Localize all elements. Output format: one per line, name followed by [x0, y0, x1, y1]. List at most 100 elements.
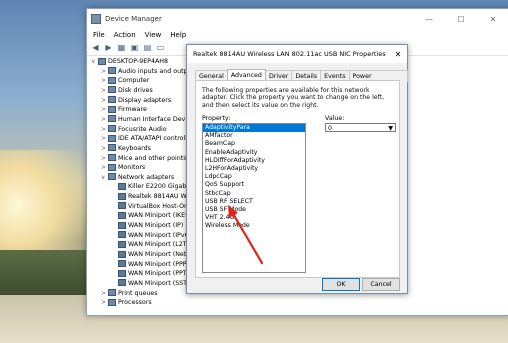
property-list-item[interactable]: EnableAdaptivity — [203, 149, 305, 157]
tree-node[interactable]: > Firmware — [101, 105, 147, 114]
tree-node[interactable]: WAN Miniport (L2TF — [111, 240, 190, 249]
tree-node[interactable]: ∨ Network adapters — [101, 173, 174, 182]
cancel-button[interactable]: Cancel — [362, 278, 400, 291]
property-list[interactable]: AdaptivityPara AMfactor BeamCap EnableAdapt… — [202, 123, 306, 273]
chevron-right-icon[interactable]: > — [101, 96, 108, 105]
property-list-item[interactable]: VHT 2.4G — [203, 214, 305, 222]
tree-node-label: WAN Miniport (PPT — [128, 270, 187, 278]
computer-icon — [98, 57, 106, 65]
dialog-title: Realtek 8814AU Wireless LAN 802.11ac USB… — [193, 50, 386, 58]
property-list-item[interactable]: HLDiffForAdaptivity — [203, 157, 305, 165]
chevron-down-icon[interactable]: ∨ — [101, 173, 108, 182]
tree-node-label: Keyboards — [118, 144, 151, 152]
chevron-right-icon[interactable]: > — [101, 76, 108, 85]
chevron-right-icon[interactable]: > — [101, 105, 108, 114]
minimize-button[interactable]: — — [413, 15, 445, 24]
device-category-icon — [108, 154, 116, 161]
tree-node-label: Processors — [118, 299, 152, 307]
advanced-description: The following properties are available f… — [202, 87, 385, 109]
chevron-right-icon[interactable]: > — [101, 134, 108, 143]
tree-node-label: DESKTOP-9EP4AH8 — [108, 58, 169, 65]
tree-node-label: WAN Miniport (SSTI — [128, 279, 189, 287]
chevron-right-icon[interactable]: > — [101, 163, 108, 172]
tree-node-label: WAN Miniport (PPP — [128, 260, 187, 268]
tree-node[interactable]: WAN Miniport (IKEv — [111, 211, 189, 220]
tree-node[interactable]: WAN Miniport (PPP — [111, 260, 187, 269]
menu-view[interactable]: View — [145, 31, 162, 39]
properties-dialog: Realtek 8814AU Wireless LAN 802.11ac USB… — [186, 44, 408, 294]
tree-node[interactable]: VirtualBox Host-Onl — [111, 202, 190, 211]
property-list-item[interactable]: StbcCap — [203, 190, 305, 198]
tree-node[interactable]: > Human Interface Device — [101, 115, 194, 124]
property-list-item[interactable]: QoS Support — [203, 181, 305, 189]
tree-node[interactable]: > Disk drives — [101, 86, 153, 95]
device-category-icon — [108, 105, 116, 113]
dialog-close-button[interactable]: ✕ — [389, 50, 407, 59]
tree-node[interactable]: > Processors — [101, 298, 152, 307]
monitor-icon[interactable]: ▭ — [156, 44, 165, 52]
chevron-right-icon[interactable]: > — [101, 115, 108, 124]
property-list-item[interactable]: Wireless Mode — [203, 222, 305, 230]
property-list-item[interactable]: USB RF SELECT — [203, 198, 305, 206]
property-list-item[interactable]: LdpcCap — [203, 173, 305, 181]
tree-node[interactable]: > Keyboards — [101, 144, 151, 153]
tree-node[interactable]: WAN Miniport (IPv6 — [111, 231, 189, 240]
tree-node-label: Focusrite Audio — [118, 125, 167, 133]
chevron-right-icon[interactable]: > — [101, 144, 108, 153]
property-list-item[interactable]: BeamCap — [203, 140, 305, 148]
tree-node[interactable]: ∨ DESKTOP-9EP4AH8 — [91, 57, 168, 66]
chevron-right-icon[interactable]: > — [101, 67, 108, 76]
property-list-item[interactable]: AMfactor — [203, 132, 305, 140]
properties-icon[interactable]: ▦ — [117, 44, 126, 52]
tree-node[interactable]: > Computer — [101, 76, 149, 85]
scan-icon[interactable]: ▤ — [143, 44, 152, 52]
menu-bar: File Action View Help — [87, 29, 508, 41]
tree-node[interactable]: > Audio inputs and outpu — [101, 67, 192, 76]
tree-node[interactable]: > Mice and other pointing — [101, 154, 193, 163]
tree-node[interactable]: Killer E2200 Gigabit E — [111, 182, 197, 191]
property-list-item[interactable]: L2HForAdaptivity — [203, 165, 305, 173]
back-icon[interactable]: ◀ — [91, 44, 100, 52]
chevron-right-icon[interactable]: > — [101, 125, 108, 134]
tree-node-label: Display adapters — [118, 96, 172, 104]
tree-node-label: WAN Miniport (IP) — [128, 222, 184, 230]
network-adapter-icon — [118, 240, 126, 248]
menu-action[interactable]: Action — [114, 31, 136, 39]
tree-node[interactable]: WAN Miniport (Netv — [111, 250, 190, 259]
help-icon[interactable]: ▣ — [130, 44, 139, 52]
property-list-item[interactable]: USB SF Mode — [203, 206, 305, 214]
tree-node[interactable]: WAN Miniport (SSTI — [111, 279, 189, 288]
network-adapter-icon — [118, 221, 126, 229]
network-adapter-icon — [118, 231, 126, 239]
value-dropdown[interactable]: 0 ▼ — [325, 123, 396, 132]
tree-node[interactable]: > IDE ATA/ATAPI controlle — [101, 134, 191, 143]
close-button[interactable]: ✕ — [477, 15, 508, 24]
tree-node-label: Computer — [118, 77, 150, 85]
tree-node[interactable]: Realtek 8814AU Wire — [111, 192, 195, 201]
tree-node-label: Audio inputs and outpu — [118, 67, 192, 75]
network-adapter-icon — [118, 250, 126, 258]
ok-button[interactable]: OK — [322, 278, 360, 291]
tree-node[interactable]: > Print queues — [101, 289, 158, 298]
tree-node[interactable]: > Display adapters — [101, 96, 171, 105]
tree-node[interactable]: > Monitors — [101, 163, 145, 172]
maximize-button[interactable]: ☐ — [445, 15, 477, 24]
menu-help[interactable]: Help — [170, 31, 186, 39]
tree-node[interactable]: WAN Miniport (IP) — [111, 221, 183, 230]
network-adapter-icon — [118, 211, 126, 219]
tree-node[interactable]: WAN Miniport (PPT — [111, 269, 187, 278]
tree-node[interactable]: > Focusrite Audio — [101, 125, 167, 134]
tree-node-label: VirtualBox Host-Onl — [128, 202, 190, 210]
chevron-right-icon[interactable]: > — [101, 154, 108, 163]
forward-icon[interactable]: ▶ — [104, 44, 113, 52]
property-list-item[interactable]: AdaptivityPara — [203, 124, 305, 133]
chevron-right-icon[interactable]: > — [101, 298, 108, 307]
menu-file[interactable]: File — [93, 31, 105, 39]
device-category-icon — [108, 134, 116, 142]
advanced-tab-page: The following properties are available f… — [195, 80, 400, 278]
chevron-right-icon[interactable]: > — [101, 289, 108, 298]
chevron-right-icon[interactable]: > — [101, 86, 108, 95]
chevron-down-icon[interactable]: ∨ — [91, 57, 98, 66]
tree-node-label: Print queues — [118, 289, 158, 297]
network-adapter-icon — [118, 269, 126, 277]
